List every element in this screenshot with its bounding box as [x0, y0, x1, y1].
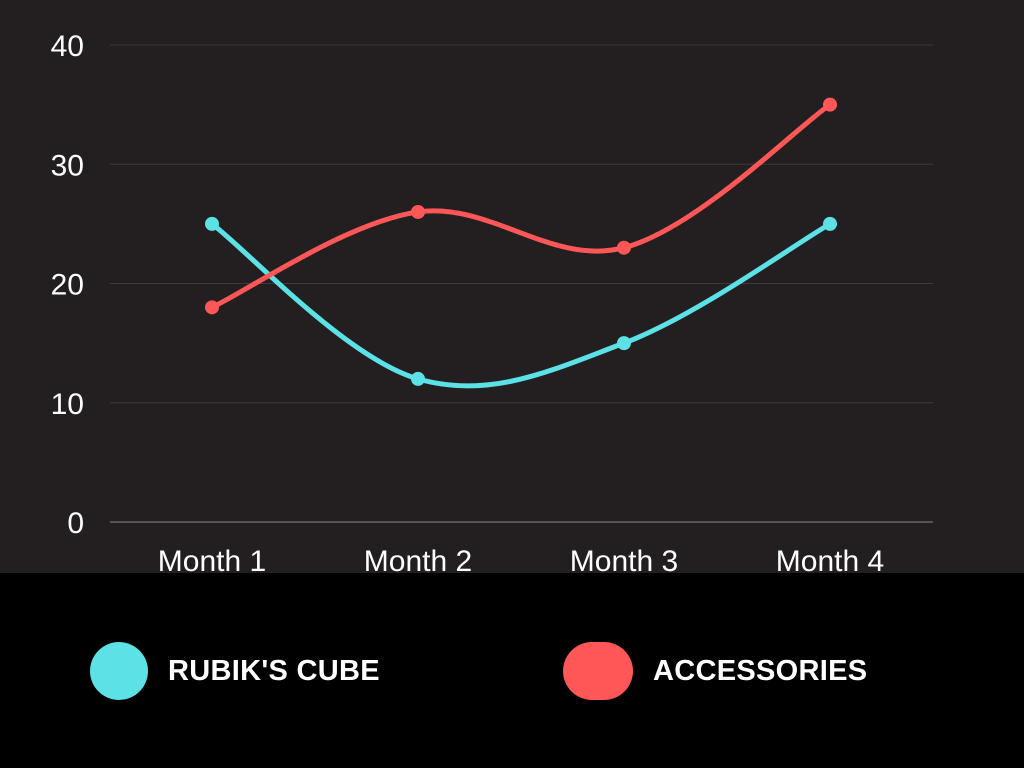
data-point-accessories-4 — [823, 97, 837, 112]
series-lines — [209, 102, 833, 389]
x-tick-label: Month 4 — [776, 545, 884, 573]
gridlines — [110, 44, 933, 523]
y-axis-ticks: 0 10 20 30 40 — [51, 30, 84, 540]
legend-swatch-rubiks-cube — [90, 642, 148, 700]
data-point-rubik-s-cube-1 — [205, 216, 219, 231]
x-tick-label: Month 2 — [364, 545, 472, 573]
series-points — [205, 97, 837, 386]
legend-item-rubiks-cube: RUBIK'S CUBE — [90, 641, 380, 701]
legend: RUBIK'S CUBE ACCESSORIES — [0, 573, 1024, 768]
x-tick-label: Month 3 — [570, 545, 678, 573]
legend-item-accessories: ACCESSORIES — [563, 641, 867, 701]
y-tick-label: 40 — [51, 30, 84, 63]
line-chart: 0 10 20 30 40 Month 1 Month 2 Month 3 Month 4 — [51, 30, 933, 573]
x-tick-label: Month 1 — [158, 545, 266, 573]
data-point-rubik-s-cube-3 — [617, 336, 631, 351]
data-point-accessories-1 — [205, 300, 219, 315]
y-tick-label: 20 — [51, 269, 84, 302]
y-tick-label: 30 — [51, 149, 84, 182]
data-point-accessories-2 — [411, 204, 425, 219]
data-point-rubik-s-cube-2 — [411, 371, 425, 386]
series-line-accessories — [209, 102, 833, 310]
legend-label-rubiks-cube: RUBIK'S CUBE — [168, 654, 380, 687]
legend-label-accessories: ACCESSORIES — [653, 654, 868, 687]
y-tick-label: 0 — [67, 507, 84, 540]
chart-panel: 0 10 20 30 40 Month 1 Month 2 Month 3 Month 4 — [0, 0, 1024, 573]
series-line-rubik-s-cube — [209, 221, 833, 389]
x-axis-ticks: Month 1 Month 2 Month 3 Month 4 — [158, 545, 884, 573]
page: 0 10 20 30 40 Month 1 Month 2 Month 3 Month 4 R… — [0, 0, 1024, 768]
legend-swatch-accessories — [563, 642, 633, 700]
data-point-rubik-s-cube-4 — [823, 216, 837, 231]
data-point-accessories-3 — [617, 240, 631, 255]
y-tick-label: 10 — [51, 388, 84, 421]
